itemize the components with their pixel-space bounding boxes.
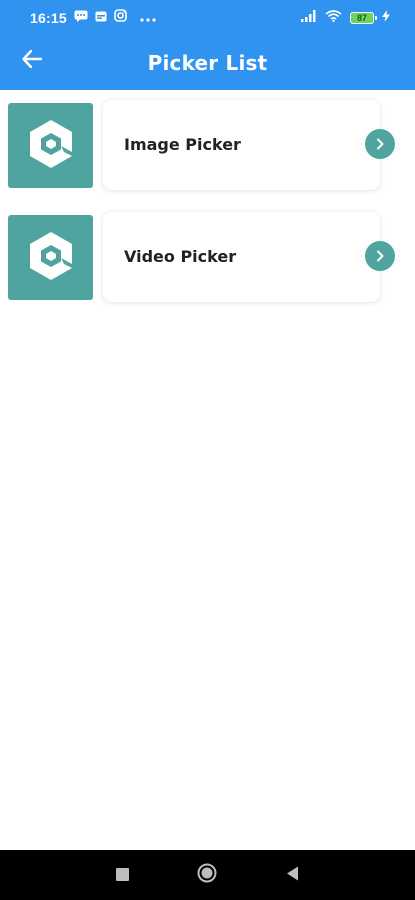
- list-item-label: Image Picker: [124, 135, 241, 154]
- instagram-icon: [114, 9, 127, 27]
- message-icon: [74, 9, 88, 27]
- list-item-thumbnail: [8, 215, 93, 300]
- status-time: 16:15: [30, 10, 67, 26]
- system-nav-bar: [0, 850, 415, 900]
- nav-back-button[interactable]: [283, 866, 301, 884]
- back-triangle-icon: [286, 866, 299, 885]
- home-button[interactable]: [196, 863, 218, 887]
- chevron-right-icon: [375, 135, 385, 154]
- status-left: 16:15: [30, 9, 156, 27]
- list-item-thumbnail: [8, 103, 93, 188]
- logo-icon: [28, 119, 74, 173]
- recents-button[interactable]: [114, 867, 130, 883]
- arrow-left-icon: [22, 49, 43, 72]
- more-dots-icon: [140, 9, 156, 27]
- logo-icon: [28, 231, 74, 285]
- app-bar: Picker List: [0, 36, 415, 90]
- wifi-icon: [325, 9, 342, 27]
- calendar-icon: [95, 9, 107, 27]
- home-circle-icon: [197, 863, 217, 887]
- battery-icon: 87: [350, 12, 377, 24]
- recents-square-icon: [115, 866, 129, 885]
- signal-icon: [301, 9, 317, 27]
- back-button[interactable]: [16, 45, 48, 77]
- status-right: 87: [301, 9, 390, 27]
- chevron-button[interactable]: [365, 129, 395, 159]
- battery-level: 87: [356, 13, 367, 23]
- list-item-label: Video Picker: [124, 247, 237, 266]
- chevron-right-icon: [375, 247, 385, 266]
- status-bar: 16:15 87: [0, 0, 415, 36]
- page-title: Picker List: [147, 51, 268, 75]
- charging-icon: [382, 9, 390, 27]
- chevron-button[interactable]: [365, 241, 395, 271]
